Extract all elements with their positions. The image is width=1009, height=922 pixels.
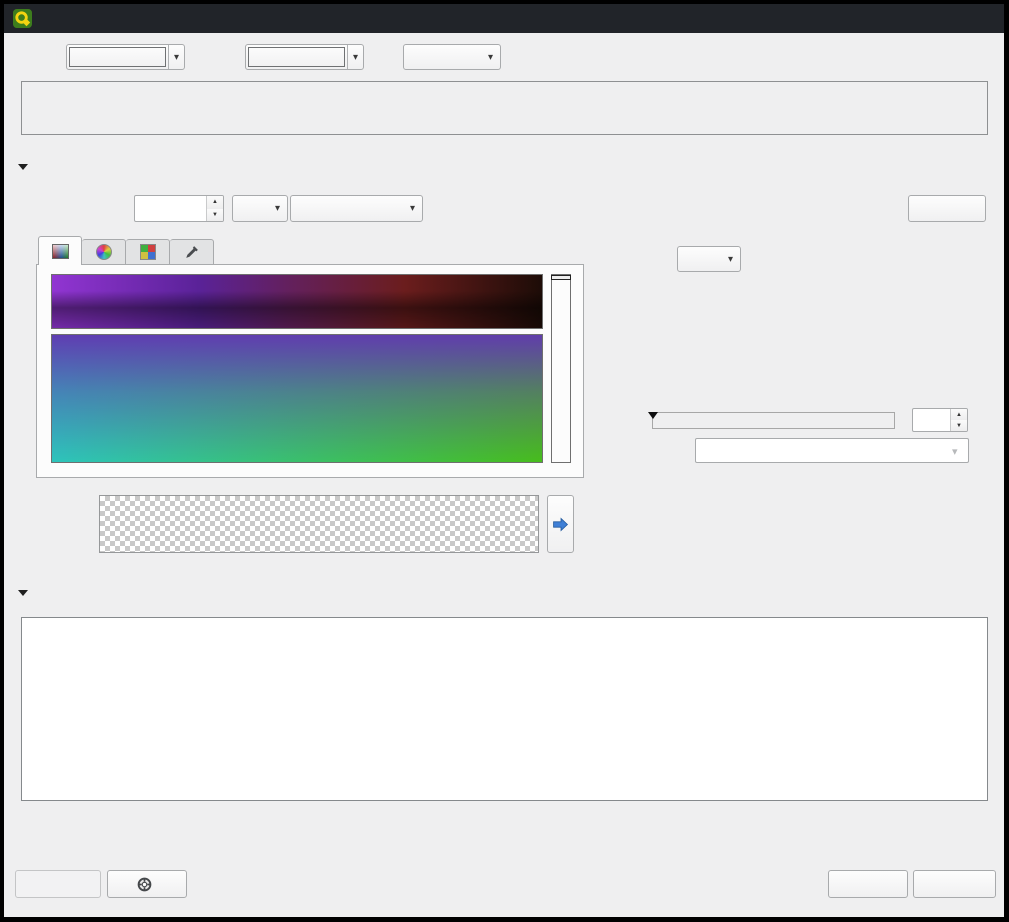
eyedropper-icon xyxy=(184,245,199,260)
relative-position-spinbox[interactable] xyxy=(134,195,224,222)
chevron-down-icon[interactable] xyxy=(347,45,363,69)
title-bar[interactable] xyxy=(4,4,1004,33)
gradient-stop-section-header[interactable] xyxy=(18,164,39,170)
type-combobox[interactable] xyxy=(403,44,501,70)
color-picker-tabs xyxy=(38,236,214,265)
tab-color-wheel[interactable] xyxy=(82,239,126,265)
color1-swatch xyxy=(69,47,166,67)
new-gradient-color-ramp-dialog xyxy=(4,4,1004,917)
saturation-value-box[interactable] xyxy=(51,334,543,463)
right-arrow-icon xyxy=(552,516,569,533)
opacity-value xyxy=(913,409,950,431)
current-color-swatch xyxy=(99,495,539,553)
gradient-preview-bar[interactable] xyxy=(21,81,988,135)
spin-down-button[interactable] xyxy=(951,420,967,431)
dropdown-arrow-icon xyxy=(952,443,964,458)
chevron-down-icon[interactable] xyxy=(168,45,184,69)
hue-strip[interactable] xyxy=(51,274,543,329)
color1-button[interactable] xyxy=(66,44,185,70)
spin-up-button[interactable] xyxy=(207,196,223,209)
help-lifebuoy-icon xyxy=(137,877,152,892)
color-picker-panel xyxy=(36,264,584,478)
current-color-with-alpha xyxy=(319,496,538,552)
current-color-solid xyxy=(100,496,319,552)
relative-position-value xyxy=(135,196,206,221)
color-spec-combobox[interactable] xyxy=(232,195,288,222)
color-model-combobox[interactable] xyxy=(677,246,741,272)
color2-button[interactable] xyxy=(245,44,364,70)
direction-combobox[interactable] xyxy=(290,195,423,222)
color2-swatch xyxy=(248,47,345,67)
opacity-slider[interactable] xyxy=(652,412,895,429)
add-to-swatches-button[interactable] xyxy=(547,495,574,553)
collapse-triangle-icon[interactable] xyxy=(18,164,28,170)
tab-color-box[interactable] xyxy=(38,236,82,265)
plot-section-header[interactable] xyxy=(18,590,39,596)
color-swatches-icon xyxy=(140,244,156,260)
spin-down-button[interactable] xyxy=(207,209,223,222)
slider-marker[interactable] xyxy=(648,412,658,419)
opacity-spinbox[interactable] xyxy=(912,408,968,432)
plot-chart[interactable] xyxy=(22,618,987,800)
qgis-logo-icon xyxy=(13,9,32,28)
gradient-stop-markers xyxy=(21,137,988,154)
gradient-plot xyxy=(21,617,988,801)
ok-button[interactable] xyxy=(828,870,908,898)
color-wheel-icon xyxy=(96,244,112,260)
plot-x-axis xyxy=(21,805,988,821)
tab-color-sampler[interactable] xyxy=(170,239,214,265)
information-button xyxy=(15,870,101,898)
collapse-triangle-icon[interactable] xyxy=(18,590,28,596)
html-notation-input[interactable] xyxy=(695,438,969,463)
spin-up-button[interactable] xyxy=(951,409,967,420)
color-box-icon xyxy=(52,244,69,259)
cancel-button[interactable] xyxy=(913,870,996,898)
help-button[interactable] xyxy=(107,870,187,898)
vertical-channel-slider[interactable] xyxy=(551,274,571,463)
delete-stop-button[interactable] xyxy=(908,195,986,222)
tab-color-swatches[interactable] xyxy=(126,239,170,265)
slider-handle[interactable] xyxy=(551,275,571,280)
